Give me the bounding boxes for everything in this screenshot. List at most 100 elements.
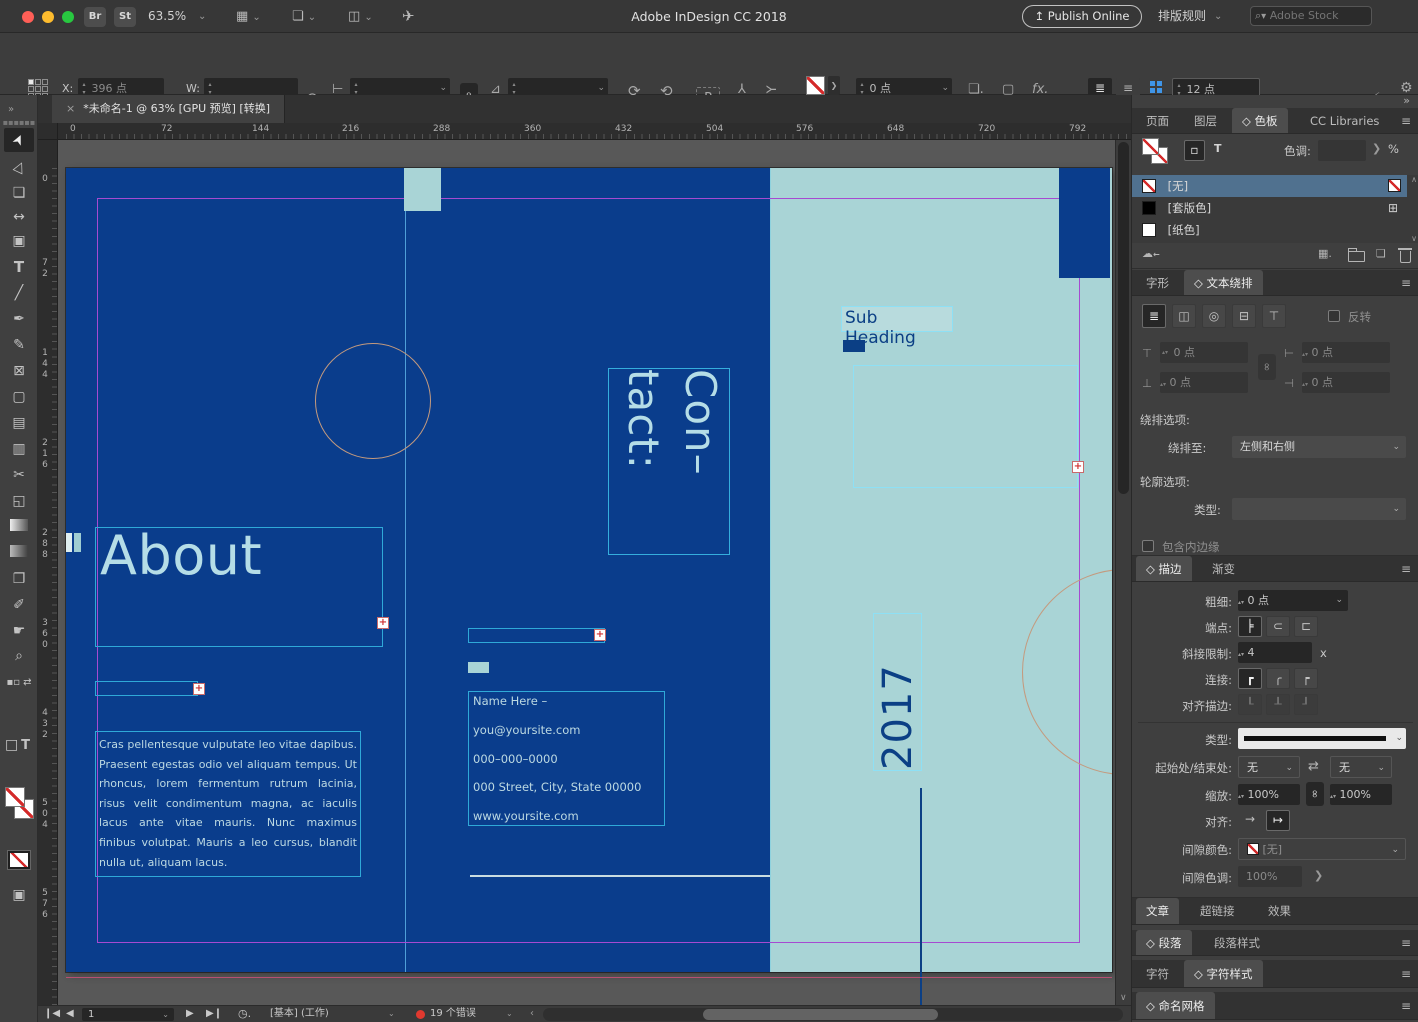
stock-search-input[interactable] [1270, 7, 1356, 25]
collapse-dock-icon[interactable]: » [1403, 94, 1410, 107]
wrap-to-dropdown[interactable]: 左侧和右侧⌄ [1232, 436, 1406, 458]
vertical-rule[interactable] [920, 788, 922, 1005]
panel-menu-icon[interactable]: ≡ [1401, 960, 1411, 988]
tab-swatches[interactable]: ◇ 色板 [1232, 108, 1288, 133]
publish-online-button[interactable]: ↥ Publish Online [1022, 5, 1142, 28]
scroll-down-icon[interactable]: ∨ [1411, 234, 1417, 243]
swatch-row-registration[interactable]: [套版色] ✎ ⊞ [1132, 197, 1407, 219]
navy-chip[interactable] [843, 340, 865, 352]
tab-paragraph[interactable]: ◇ 段落 [1136, 930, 1192, 955]
next-page-button[interactable]: ▶ [186, 1006, 194, 1022]
tab-character[interactable]: 字符 [1136, 960, 1179, 987]
document-page[interactable]: About + + Cras pellentesque vulputate le… [66, 168, 1112, 972]
frame-grid-icon[interactable] [1150, 81, 1162, 93]
scroll-down-icon[interactable]: ∨ [1120, 993, 1127, 1003]
scale-end-field[interactable]: ▴▾ 100% [1330, 784, 1392, 805]
end-dropdown[interactable]: 无⌄ [1330, 756, 1392, 778]
align-stroke-outside-button[interactable]: ┚ [1294, 694, 1318, 715]
toolbar-fill-swatch[interactable] [5, 787, 25, 807]
panel-menu-icon[interactable]: ≡ [1401, 270, 1411, 296]
canvas-viewport[interactable]: About + + Cras pellentesque vulputate le… [58, 140, 1115, 1005]
tool-page[interactable]: ❏ [0, 181, 38, 205]
tool-content-collector[interactable]: ▣ [0, 229, 38, 253]
tool-pencil[interactable]: ✎ [0, 333, 38, 357]
tab-paragraph-styles[interactable]: 段落样式 [1204, 930, 1270, 955]
adobe-stock-search[interactable]: ⌕▾ [1250, 6, 1372, 26]
stroke-weight-field[interactable]: ▴▾ 0 点⌄ [1238, 590, 1348, 611]
page-number-field[interactable]: 1⌄ [82, 1008, 174, 1021]
wrap-jump-column-button[interactable]: ⊤ [1262, 304, 1286, 328]
tool-rectangle[interactable]: ▢ [0, 385, 38, 409]
cc-library-add-icon[interactable]: ☁← [1142, 247, 1160, 260]
horizontal-scrollbar[interactable] [543, 1008, 1123, 1021]
tab-glyphs[interactable]: 字形 [1136, 270, 1179, 295]
cap-round-button[interactable]: ⊂ [1266, 616, 1290, 637]
formatting-affects-buttons[interactable]: □T [0, 733, 38, 757]
tool-gradient[interactable] [0, 515, 38, 539]
swatch-row-none[interactable]: [无] ✎ [1132, 175, 1407, 197]
scroll-up-icon[interactable]: ∧ [1411, 175, 1417, 184]
body-text-frame[interactable]: Cras pellentesque vulputate leo vitae da… [95, 731, 361, 877]
previous-page-button[interactable]: ◀ [66, 1006, 74, 1022]
tab-cc-libraries[interactable]: CC Libraries [1300, 108, 1389, 133]
about-text-frame[interactable]: About [95, 527, 383, 647]
gap-color-dropdown[interactable]: [无]⌄ [1238, 838, 1406, 860]
wrap-jump-object-button[interactable]: ⊟ [1232, 304, 1256, 328]
horizontal-ruler[interactable]: 0 72 144 216 288 360 432 504 576 648 720… [58, 123, 1131, 140]
swap-fill-stroke-icon[interactable]: ▪▫ ⇄ [0, 671, 38, 695]
tool-gap[interactable]: ↔ [0, 205, 38, 229]
tab-hyperlinks[interactable]: 超链接 [1190, 898, 1245, 924]
join-bevel-button[interactable]: ┍ [1294, 668, 1318, 689]
panel-menu-icon[interactable]: ≡ [1401, 108, 1411, 134]
wrap-object-shape-button[interactable]: ◎ [1202, 304, 1226, 328]
tool-free-transform[interactable]: ◱ [0, 489, 38, 513]
contour-type-dropdown[interactable]: ⌄ [1232, 498, 1406, 520]
teal-top-rectangle[interactable] [404, 168, 441, 211]
tab-named-grids[interactable]: ◇ 命名网格 [1136, 992, 1215, 1019]
vertical-scrollbar-thumb[interactable] [1118, 142, 1129, 494]
teal-chip[interactable] [468, 662, 489, 673]
tool-line[interactable]: ╱ [0, 281, 38, 305]
preflight-icon[interactable]: ◷. [238, 1006, 251, 1022]
scale-start-field[interactable]: ▴▾ 100% [1238, 784, 1300, 805]
join-round-button[interactable]: ╭ [1266, 668, 1290, 689]
screen-mode-button[interactable]: ▣ [0, 883, 38, 907]
wrap-bounding-box-button[interactable]: ◫ [1172, 304, 1196, 328]
align-stroke-inside-button[interactable]: ┸ [1266, 694, 1290, 715]
tool-scissors[interactable]: ✂ [0, 463, 38, 487]
align-arrow-inside-button[interactable]: ↦ [1266, 810, 1290, 831]
tool-type[interactable]: T [0, 255, 38, 279]
ruler-corner[interactable] [38, 123, 58, 140]
tool-selection[interactable]: ➤ [4, 128, 34, 152]
swatch-row-paper[interactable]: [纸色] [1132, 219, 1407, 241]
overset-indicator[interactable]: + [193, 683, 205, 695]
offset-right-field[interactable]: ▴▾ 0 点 [1302, 372, 1390, 393]
tab-gradient[interactable]: 渐变 [1202, 556, 1245, 581]
tool-zoom[interactable]: ⌕ [0, 644, 38, 668]
fill-color-arrow[interactable]: ❯ [828, 76, 840, 95]
tool-pen[interactable]: ✒ [0, 307, 38, 331]
tint-arrow-icon[interactable]: ❯ [1372, 142, 1381, 155]
close-tab-icon[interactable]: × [66, 102, 75, 115]
new-swatch-icon[interactable]: ❏ [1376, 247, 1386, 260]
swatch-views-icon[interactable]: ▦. [1318, 247, 1332, 260]
first-page-button[interactable]: ❙◀ [44, 1006, 60, 1022]
align-arrow-extend-button[interactable]: → [1238, 810, 1262, 831]
tab-pages[interactable]: 页面 [1136, 108, 1179, 133]
cap-projecting-button[interactable]: ⊏ [1294, 616, 1318, 637]
horizontal-scrollbar-thumb[interactable] [703, 1009, 938, 1020]
offset-top-field[interactable]: ▴▾ 0 点 [1160, 342, 1248, 363]
start-dropdown[interactable]: 无⌄ [1238, 756, 1300, 778]
miter-limit-field[interactable]: ▴▾ 4 [1238, 642, 1312, 663]
year-text-frame[interactable]: 2017 [873, 613, 922, 771]
contact-info-frame[interactable]: Name Here – you@yoursite.com 000–000–000… [468, 691, 665, 826]
tint-field[interactable] [1318, 140, 1366, 161]
formatting-affects-text-button[interactable]: T [1214, 142, 1222, 155]
tool-hand[interactable]: ☛ [0, 619, 38, 643]
contact-heading-frame[interactable]: Con– tact: [608, 368, 730, 555]
vertical-scrollbar[interactable]: ∨ [1115, 140, 1131, 1005]
tool-gradient-feather[interactable] [0, 541, 38, 565]
new-group-folder-icon[interactable] [1348, 251, 1365, 262]
overset-indicator[interactable]: + [1072, 461, 1084, 473]
tool-vertical-grid[interactable]: ▥ [0, 437, 38, 461]
